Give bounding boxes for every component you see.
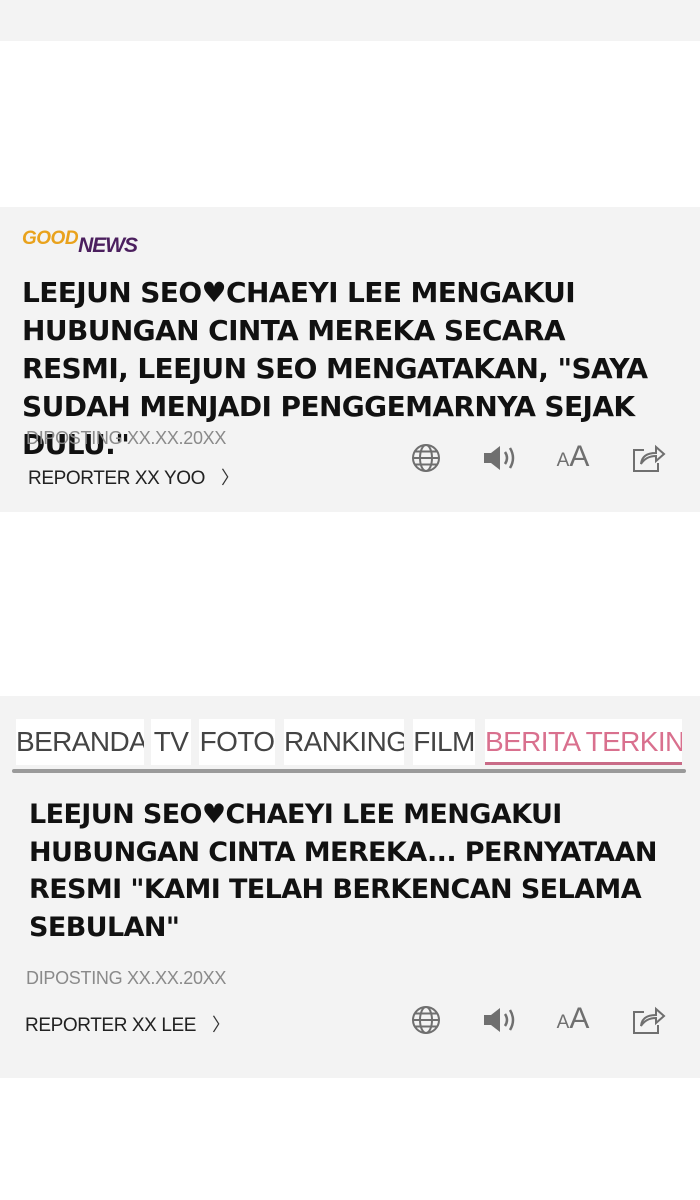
nav-tabs: BERANDA TV FOTO RANKING FILM BERITA TERK… (16, 719, 686, 769)
share-icon (633, 444, 666, 472)
chevron-right-icon: 〉 (212, 1015, 230, 1035)
tab-berita-terkini[interactable]: BERITA TERKINI (485, 719, 682, 765)
article-card-news-portal: BERANDA TV FOTO RANKING FILM BERITA TERK… (0, 696, 700, 1078)
reporter-link[interactable]: REPORTER XX YOO 〉 (28, 464, 239, 490)
article-toolbar: AA (408, 440, 670, 476)
tab-beranda[interactable]: BERANDA (16, 719, 144, 765)
font-size-button[interactable]: AA (548, 1002, 598, 1038)
tab-ranking[interactable]: RANKING (284, 719, 404, 765)
top-strip-panel (0, 0, 700, 41)
speaker-icon (484, 446, 515, 470)
posted-date: DIPOSTING XX.XX.20XX (26, 968, 227, 988)
share-button[interactable] (628, 440, 668, 476)
reporter-name: REPORTER XX LEE (25, 1015, 197, 1036)
article-headline: LEEJUN SEO♥CHAEYI LEE MENGAKUI HUBUNGAN … (29, 799, 657, 943)
read-aloud-button[interactable] (480, 440, 520, 476)
font-size-button[interactable]: AA (548, 440, 598, 476)
tab-berita-terkini-label: BERITA TERKINI (485, 726, 682, 757)
reporter-link[interactable]: REPORTER XX LEE 〉 (25, 1011, 230, 1037)
read-aloud-button[interactable] (480, 1002, 520, 1038)
speaker-icon (484, 1008, 515, 1032)
tab-tv[interactable]: TV (151, 719, 191, 765)
goodnews-logo: GOODNEWS (22, 228, 138, 257)
font-size-large-icon: A (569, 1002, 590, 1035)
font-size-small-icon: A (556, 1012, 570, 1033)
globe-icon (412, 1006, 440, 1034)
reporter-name: REPORTER XX YOO (28, 468, 206, 489)
tab-film[interactable]: FILM (413, 719, 475, 765)
chevron-right-icon: 〉 (221, 468, 239, 488)
tab-foto[interactable]: FOTO (199, 719, 275, 765)
font-size-small-icon: A (556, 450, 570, 471)
article-toolbar: AA (408, 1002, 670, 1038)
posted-date: DIPOSTING XX.XX.20XX (26, 428, 227, 448)
article-card-goodnews: GOODNEWS LEEJUN SEO♥CHAEYI LEE MENGAKUI … (0, 207, 700, 512)
font-size-large-icon: A (569, 440, 590, 473)
share-button[interactable] (628, 1002, 668, 1038)
globe-icon (412, 444, 440, 472)
active-tab-indicator (485, 762, 682, 765)
translate-button[interactable] (408, 440, 444, 476)
tabs-divider (12, 769, 686, 773)
share-icon (633, 1006, 666, 1034)
translate-button[interactable] (408, 1002, 444, 1038)
